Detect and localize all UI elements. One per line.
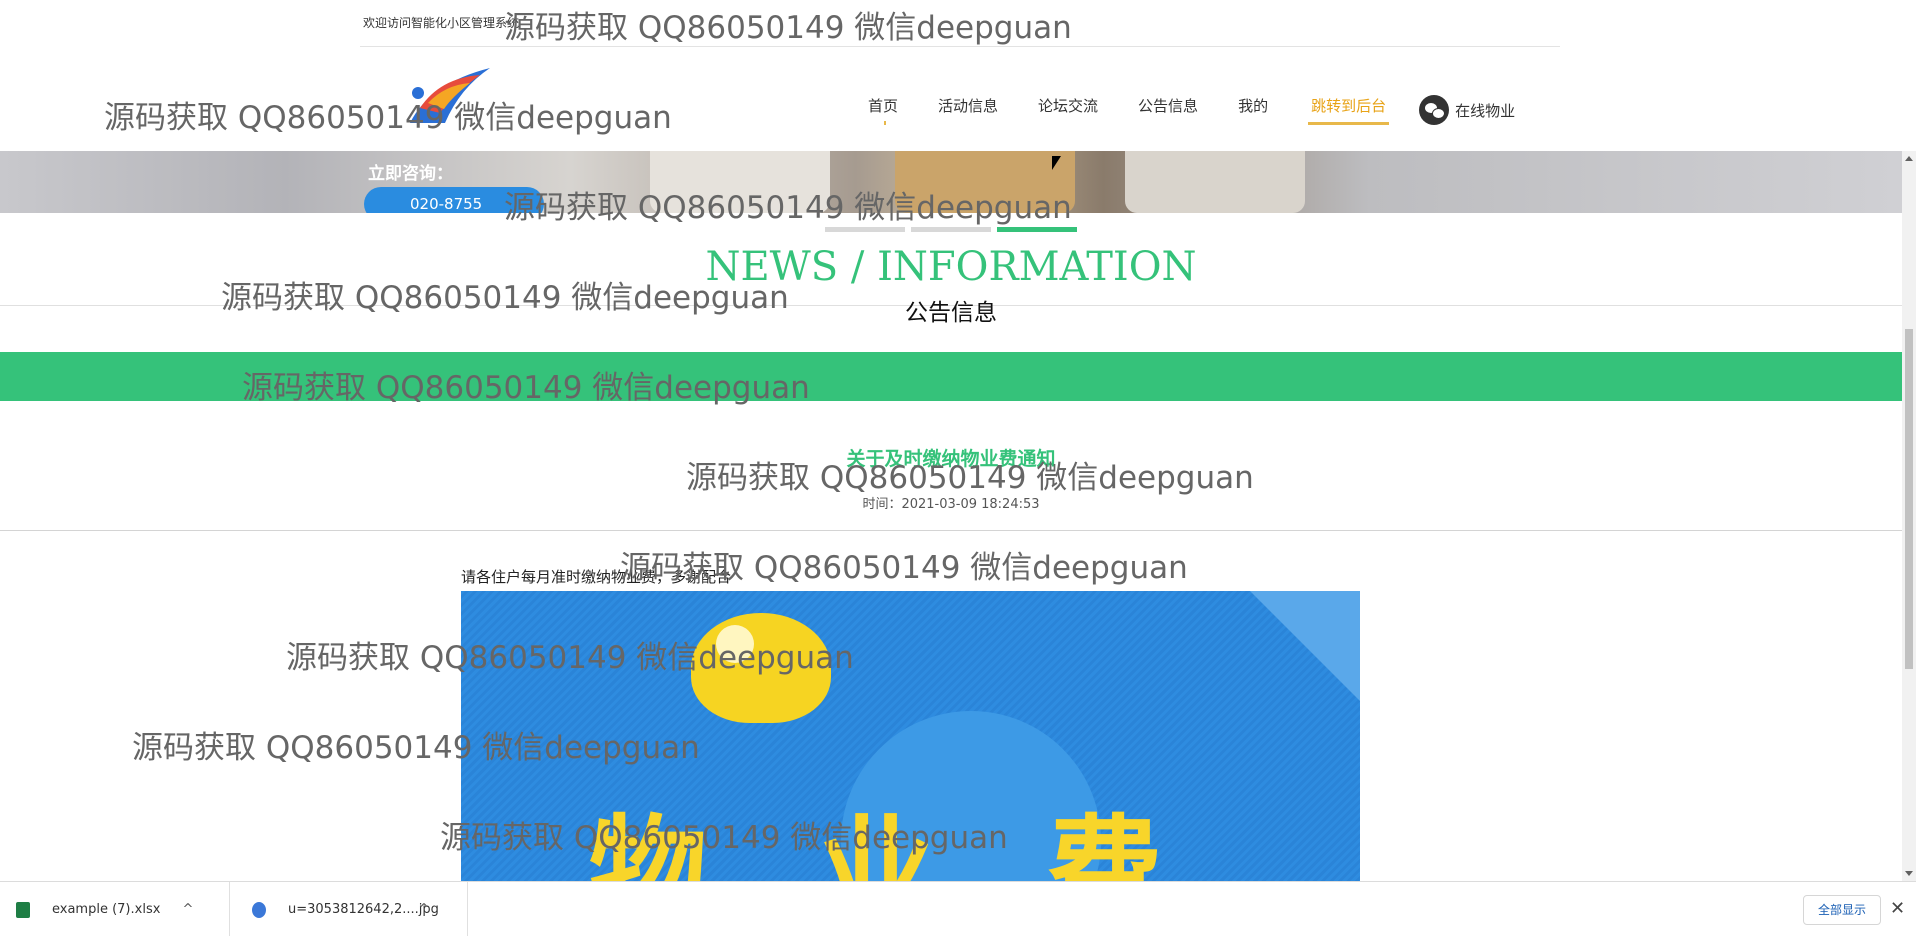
online-service-label: 在线物业: [1455, 101, 1516, 120]
slider-dot[interactable]: [825, 227, 905, 232]
banner-phone: 020-8755: [364, 187, 544, 213]
site-logo[interactable]: [400, 63, 495, 135]
notice-poster-image: 物业费: [461, 591, 1360, 881]
slider-indicators: [825, 227, 1083, 232]
page: 欢迎访问智能化小区管理系统 首页 活动信息 论坛交流 公告信息 我的 跳转到后台…: [0, 0, 1916, 936]
section-title-en: NEWS / INFORMATION: [705, 244, 1197, 290]
slider-dot-active[interactable]: [997, 227, 1077, 232]
nav-admin-link[interactable]: 跳转到后台: [1308, 95, 1390, 125]
nav-home[interactable]: 首页: [868, 95, 898, 125]
mouse-cursor-icon: [1052, 156, 1061, 170]
coin-icon: [691, 613, 831, 723]
banner-photo: [895, 151, 1075, 213]
download-bar: example (7).xlsx ^ u=3053812642,2....jpg…: [0, 881, 1916, 936]
page-scrollbar[interactable]: [1902, 151, 1916, 881]
banner-photo: [1125, 151, 1305, 213]
notice-divider: [0, 530, 1902, 531]
download-filename: example (7).xlsx: [52, 902, 161, 917]
welcome-text: 欢迎访问智能化小区管理系统: [363, 16, 520, 30]
download-item[interactable]: example (7).xlsx ^: [0, 882, 230, 936]
slider-dot[interactable]: [911, 227, 991, 232]
scroll-down-arrow-icon[interactable]: [1905, 871, 1913, 876]
section-band: [0, 352, 1902, 401]
nav-forum[interactable]: 论坛交流: [1038, 95, 1098, 125]
show-all-downloads-button[interactable]: 全部显示: [1803, 895, 1881, 925]
chevron-up-icon[interactable]: ^: [414, 902, 434, 917]
poster-corner: [1250, 591, 1360, 701]
nav-activities[interactable]: 活动信息: [938, 95, 998, 125]
nav-mine[interactable]: 我的: [1238, 95, 1268, 125]
nav-announcements[interactable]: 公告信息: [1138, 95, 1198, 125]
chevron-up-icon[interactable]: ^: [178, 902, 198, 917]
notice-time: 时间：2021-03-09 18:24:53: [862, 497, 1040, 512]
notice-title: 关于及时缴纳物业费通知: [846, 448, 1056, 470]
site-header: 首页 活动信息 论坛交流 公告信息 我的 跳转到后台 在线物业: [0, 47, 1916, 151]
hero-banner[interactable]: 立即咨询： 020-8755: [0, 151, 1902, 213]
banner-photo: [650, 151, 830, 213]
main-nav: 首页 活动信息 论坛交流 公告信息 我的 跳转到后台 在线物业: [868, 95, 1515, 125]
excel-file-icon: [16, 901, 30, 918]
close-icon[interactable]: ✕: [1890, 898, 1905, 919]
download-filename: u=3053812642,2....jpg: [288, 902, 439, 917]
scroll-up-arrow-icon[interactable]: [1905, 156, 1913, 161]
poster-text: 物业费: [589, 803, 1274, 881]
scroll-thumb[interactable]: [1905, 329, 1913, 669]
section-title-cn: 公告信息: [905, 300, 997, 326]
download-item[interactable]: u=3053812642,2....jpg ^: [236, 882, 468, 936]
top-bar: 欢迎访问智能化小区管理系统: [360, 0, 1560, 47]
online-service-link[interactable]: 在线物业: [1419, 95, 1515, 125]
wechat-icon: [1419, 95, 1450, 125]
banner-consult-text: 立即咨询：: [368, 164, 453, 184]
image-file-icon: [252, 901, 266, 918]
notice-body: 请各住户每月准时缴纳物业费，多谢配合: [461, 568, 732, 586]
